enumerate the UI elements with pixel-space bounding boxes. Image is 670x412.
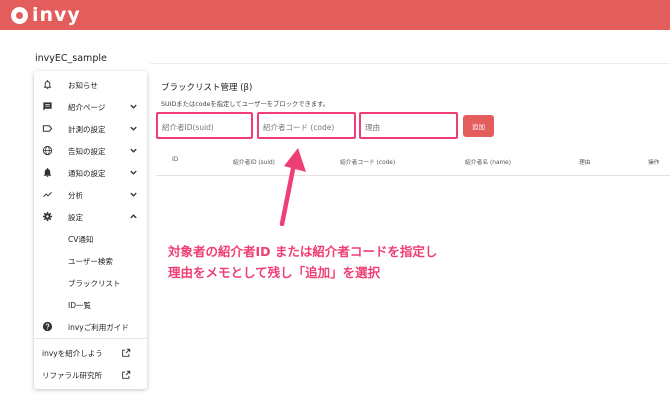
trending-line-icon <box>42 189 53 200</box>
sidebar-link-referral-lab[interactable]: リファラル研究所 <box>34 364 147 386</box>
sidebar-item-referral-page[interactable]: 紹介ページ <box>34 96 147 118</box>
code-field-wrapper <box>257 112 356 139</box>
chat-bubble-icon <box>42 101 53 112</box>
sidebar-subitem-label: ブラックリスト <box>68 278 121 288</box>
chevron-down-icon <box>130 126 137 131</box>
table-header-name: 紹介者名 (name) <box>465 160 511 166</box>
project-divider <box>150 63 670 64</box>
page-title: ブラックリスト管理 (β) <box>161 83 253 93</box>
sidebar-item-label: 通知の設定 <box>68 168 106 178</box>
sidebar: お知らせ 紹介ページ 計測の設定 告知の設定 通知の設定 分析 設定 CV通知 … <box>34 71 147 389</box>
external-link-icon <box>122 370 131 379</box>
sidebar-item-tracking-settings[interactable]: 計測の設定 <box>34 118 147 140</box>
sidebar-link-introduce-invy[interactable]: invyを紹介しよう <box>34 342 147 364</box>
sidebar-item-label: お知らせ <box>68 80 98 90</box>
table-header-divider <box>156 175 670 176</box>
sidebar-subitem-label: ID一覧 <box>68 300 91 310</box>
sidebar-divider <box>34 338 147 339</box>
annotation-line-2: 理由をメモとして残し「追加」を選択 <box>168 265 381 280</box>
chevron-down-icon <box>130 148 137 153</box>
sidebar-item-label: 紹介ページ <box>68 102 106 112</box>
project-name: invyEC_sample <box>35 53 107 64</box>
chevron-down-icon <box>130 170 137 175</box>
annotation-line-1: 対象者の紹介者ID または紹介者コードを指定し <box>168 244 438 259</box>
sidebar-item-label: invyご利用ガイド <box>68 322 129 332</box>
sidebar-item-label: 計測の設定 <box>68 124 106 134</box>
suid-field-wrapper <box>156 112 253 139</box>
sidebar-item-analytics[interactable]: 分析 <box>34 184 147 206</box>
code-input[interactable] <box>259 114 354 137</box>
label-tag-icon <box>42 123 53 134</box>
external-link-icon <box>122 348 131 357</box>
help-circle-icon <box>42 321 53 332</box>
bell-filled-icon <box>42 167 53 178</box>
sidebar-item-announcement-settings[interactable]: 告知の設定 <box>34 140 147 162</box>
sidebar-subitem-user-search[interactable]: ユーザー検索 <box>34 250 147 272</box>
bell-outline-icon <box>42 79 53 90</box>
table-header-code: 紹介者コード (code) <box>340 160 396 166</box>
sidebar-link-label: invyを紹介しよう <box>42 348 103 358</box>
logo-text: invy <box>32 4 81 26</box>
sidebar-item-guide[interactable]: invyご利用ガイド <box>34 316 147 338</box>
chevron-down-icon <box>130 104 137 109</box>
sidebar-item-notices[interactable]: お知らせ <box>34 74 147 96</box>
suid-input[interactable] <box>158 114 251 137</box>
table-header-suid: 紹介者ID (suid) <box>233 160 275 166</box>
sidebar-item-label: 分析 <box>68 190 83 200</box>
logo-mark-icon <box>11 6 28 24</box>
sidebar-item-label: 設定 <box>68 212 83 222</box>
invy-logo[interactable]: invy <box>11 5 81 25</box>
table-header-actions: 操作 <box>648 160 660 166</box>
add-button[interactable]: 追加 <box>463 115 494 137</box>
sidebar-subitem-cv-notification[interactable]: CV通知 <box>34 228 147 250</box>
chevron-down-icon <box>130 192 137 197</box>
reason-field-wrapper <box>359 112 458 139</box>
sidebar-subitem-label: CV通知 <box>68 234 94 244</box>
sidebar-link-label: リファラル研究所 <box>42 370 102 380</box>
sidebar-subitem-label: ユーザー検索 <box>68 256 113 266</box>
chevron-up-icon <box>130 214 137 219</box>
table-header-id: ID <box>172 157 179 163</box>
sidebar-subitem-id-list[interactable]: ID一覧 <box>34 294 147 316</box>
top-bar: invy <box>0 0 670 30</box>
gear-icon <box>42 211 53 222</box>
sidebar-item-notification-settings[interactable]: 通知の設定 <box>34 162 147 184</box>
pointer-arrow-icon <box>279 148 306 226</box>
sidebar-item-label: 告知の設定 <box>68 146 106 156</box>
page-description: SUIDまたはcodeを指定してユーザーをブロックできます。 <box>161 101 330 108</box>
globe-icon <box>42 145 53 156</box>
reason-input[interactable] <box>361 114 456 137</box>
sidebar-subitem-blacklist[interactable]: ブラックリスト <box>34 272 147 294</box>
sidebar-item-settings[interactable]: 設定 <box>34 206 147 228</box>
table-header-reason: 理由 <box>579 160 591 166</box>
